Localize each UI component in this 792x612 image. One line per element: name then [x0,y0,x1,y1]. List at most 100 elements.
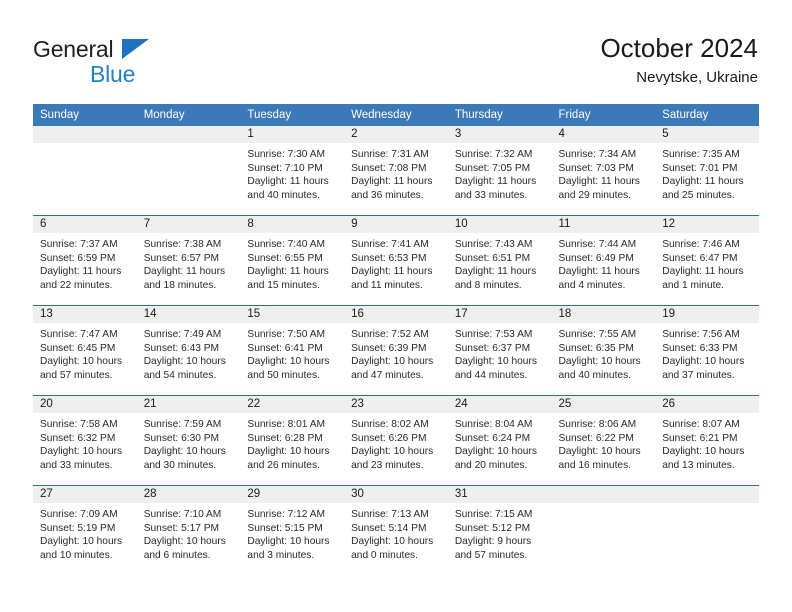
calendar-day-cell[interactable]: 9 Sunrise: 7:41 AM Sunset: 6:53 PM Daylight… [344,215,448,306]
sunrise-time: Sunrise: 8:07 AM [662,419,740,430]
calendar-week-row: 13 Sunrise: 7:47 AM Sunset: 6:45 PM Dayligh… [33,305,759,396]
daylight-duration-line2: and 57 minutes. [454,549,528,561]
calendar-day-cell[interactable]: 4 Sunrise: 7:34 AM Sunset: 7:03 PM Daylight… [551,126,656,216]
sunrise-time: Sunrise: 7:35 AM [662,149,740,160]
calendar-day-cell[interactable]: 8 Sunrise: 7:40 AM Sunset: 6:55 PM Daylight… [240,215,345,306]
day-details: Sunrise: 7:12 AM Sunset: 5:15 PM Daylight:… [240,503,344,562]
day-number: 25 [551,396,656,413]
calendar-day-cell[interactable]: 6 Sunrise: 7:37 AM Sunset: 6:59 PM Daylight… [33,215,137,306]
day-details: Sunrise: 7:50 AM Sunset: 6:41 PM Daylight:… [240,323,344,382]
daylight-duration-line2: and 25 minutes. [662,189,735,201]
calendar-day-cell[interactable]: 29 Sunrise: 7:12 AM Sunset: 5:15 PM Dayligh… [240,485,345,575]
daylight-duration-line2: and 40 minutes. [558,369,632,381]
calendar-day-cell[interactable]: 16 Sunrise: 7:52 AM Sunset: 6:39 PM Dayligh… [344,305,448,396]
calendar-day-cell-empty[interactable] [136,126,241,216]
sunset-time: Sunset: 5:15 PM [247,522,323,534]
calendar-day-cell[interactable]: 12 Sunrise: 7:46 AM Sunset: 6:47 PM Dayligh… [655,215,759,306]
sunset-time: Sunset: 6:33 PM [662,342,738,354]
calendar-day-cell[interactable]: 27 Sunrise: 7:09 AM Sunset: 5:19 PM Dayligh… [33,485,137,575]
sunset-time: Sunset: 6:37 PM [454,342,531,354]
calendar-day-cell[interactable]: 11 Sunrise: 7:44 AM Sunset: 6:49 PM Dayligh… [551,215,656,306]
daylight-duration-line2: and 33 minutes. [40,459,113,471]
calendar-day-cell[interactable]: 24 Sunrise: 8:04 AM Sunset: 6:24 PM Dayligh… [447,395,552,486]
day-details: Sunrise: 7:40 AM Sunset: 6:55 PM Daylight:… [240,233,344,292]
calendar-day-cell-empty[interactable] [33,126,137,216]
sunrise-time: Sunrise: 7:32 AM [454,149,533,160]
daylight-duration-line1: Daylight: 10 hours [143,536,226,548]
daylight-duration-line2: and 47 minutes. [351,369,424,381]
page-header: General Blue October 2024 Nevytske, Ukra… [0,0,792,104]
daylight-duration-line1: Daylight: 10 hours [143,446,226,458]
sunset-time: Sunset: 6:30 PM [143,432,220,444]
sunset-time: Sunset: 6:43 PM [143,342,220,354]
sunrise-time: Sunrise: 7:15 AM [454,509,533,520]
calendar-week-row: 27 Sunrise: 7:09 AM Sunset: 5:19 PM Dayligh… [33,485,759,575]
calendar-day-cell[interactable]: 1 Sunrise: 7:30 AM Sunset: 7:10 PM Daylight… [240,126,345,216]
sunrise-time: Sunrise: 7:44 AM [558,239,637,250]
calendar-day-cell[interactable]: 31 Sunrise: 7:15 AM Sunset: 5:12 PM Dayligh… [447,485,552,575]
calendar-day-cell[interactable]: 5 Sunrise: 7:35 AM Sunset: 7:01 PM Daylight… [655,126,759,216]
calendar-day-cell-empty[interactable] [551,485,656,575]
calendar-day-cell[interactable]: 19 Sunrise: 7:56 AM Sunset: 6:33 PM Dayligh… [655,305,759,396]
calendar-day-cell-empty[interactable] [655,485,759,575]
daylight-duration-line1: Daylight: 11 hours [351,176,433,188]
calendar-day-cell[interactable]: 26 Sunrise: 8:07 AM Sunset: 6:21 PM Dayligh… [655,395,759,486]
weekday-header-tuesday: Tuesday [240,104,345,126]
daylight-duration-line1: Daylight: 10 hours [247,536,330,548]
daylight-duration-line1: Daylight: 11 hours [143,266,226,278]
calendar-day-cell[interactable]: 28 Sunrise: 7:10 AM Sunset: 5:17 PM Dayligh… [136,485,241,575]
calendar-day-cell[interactable]: 21 Sunrise: 7:59 AM Sunset: 6:30 PM Dayligh… [136,395,241,486]
calendar-day-cell[interactable]: 13 Sunrise: 7:47 AM Sunset: 6:45 PM Dayligh… [33,305,137,396]
sunrise-time: Sunrise: 7:09 AM [40,509,118,520]
calendar-day-cell[interactable]: 23 Sunrise: 8:02 AM Sunset: 6:26 PM Dayligh… [344,395,448,486]
sunset-time: Sunset: 6:22 PM [558,432,634,444]
sunset-time: Sunset: 7:01 PM [662,162,738,174]
sunset-time: Sunset: 6:49 PM [558,252,634,264]
sunset-time: Sunset: 6:45 PM [40,342,116,354]
day-number: 11 [551,216,656,233]
calendar-day-cell[interactable]: 10 Sunrise: 7:43 AM Sunset: 6:51 PM Dayligh… [447,215,552,306]
sunset-time: Sunset: 6:55 PM [247,252,323,264]
general-blue-logo[interactable]: General Blue [33,36,223,90]
calendar-day-cell[interactable]: 20 Sunrise: 7:58 AM Sunset: 6:32 PM Dayligh… [33,395,137,486]
day-details: Sunrise: 7:53 AM Sunset: 6:37 PM Daylight:… [448,323,552,382]
calendar-day-cell[interactable]: 22 Sunrise: 8:01 AM Sunset: 6:28 PM Dayligh… [240,395,345,486]
daylight-duration-line2: and 16 minutes. [558,459,632,471]
day-details: Sunrise: 8:07 AM Sunset: 6:21 PM Daylight:… [655,413,759,472]
calendar-day-cell[interactable]: 25 Sunrise: 8:06 AM Sunset: 6:22 PM Dayligh… [551,395,656,486]
calendar-day-cell[interactable]: 2 Sunrise: 7:31 AM Sunset: 7:08 PM Daylight… [344,126,448,216]
daylight-duration-line2: and 4 minutes. [558,279,626,291]
calendar-day-cell[interactable]: 17 Sunrise: 7:53 AM Sunset: 6:37 PM Dayligh… [447,305,552,396]
calendar-day-cell[interactable]: 15 Sunrise: 7:50 AM Sunset: 6:41 PM Dayligh… [240,305,345,396]
daylight-duration-line1: Daylight: 10 hours [40,536,123,548]
daylight-duration-line2: and 11 minutes. [351,279,423,291]
calendar-day-cell[interactable]: 14 Sunrise: 7:49 AM Sunset: 6:43 PM Dayligh… [136,305,241,396]
daylight-duration-line1: Daylight: 11 hours [454,176,537,188]
day-details: Sunrise: 7:15 AM Sunset: 5:12 PM Daylight:… [448,503,552,562]
sunrise-time: Sunrise: 8:04 AM [454,419,533,430]
daylight-duration-line2: and 37 minutes. [662,369,735,381]
calendar-day-cell[interactable]: 18 Sunrise: 7:55 AM Sunset: 6:35 PM Dayligh… [551,305,656,396]
daylight-duration-line1: Daylight: 10 hours [662,446,745,458]
daylight-duration-line2: and 50 minutes. [247,369,320,381]
calendar-day-cell[interactable]: 7 Sunrise: 7:38 AM Sunset: 6:57 PM Daylight… [136,215,241,306]
sunrise-time: Sunrise: 7:13 AM [351,509,429,520]
daylight-duration-line1: Daylight: 10 hours [247,356,330,368]
day-number: 23 [344,396,448,413]
day-details: Sunrise: 7:46 AM Sunset: 6:47 PM Daylight:… [655,233,759,292]
sunrise-time: Sunrise: 7:52 AM [351,329,429,340]
daylight-duration-line1: Daylight: 11 hours [662,266,744,278]
day-details: Sunrise: 7:41 AM Sunset: 6:53 PM Daylight:… [344,233,448,292]
sunrise-time: Sunrise: 7:40 AM [247,239,325,250]
sunset-time: Sunset: 6:35 PM [558,342,634,354]
daylight-duration-line2: and 54 minutes. [143,369,217,381]
calendar-day-cell[interactable]: 30 Sunrise: 7:13 AM Sunset: 5:14 PM Dayligh… [344,485,448,575]
day-number: 24 [447,396,552,413]
sunset-time: Sunset: 6:59 PM [40,252,116,264]
calendar-day-cell[interactable]: 3 Sunrise: 7:32 AM Sunset: 7:05 PM Daylight… [447,126,552,216]
sunrise-time: Sunrise: 7:47 AM [40,329,118,340]
day-number: 19 [655,306,759,323]
sunset-time: Sunset: 6:26 PM [351,432,427,444]
daylight-duration-line2: and 26 minutes. [247,459,320,471]
weekday-header-monday: Monday [136,104,241,126]
